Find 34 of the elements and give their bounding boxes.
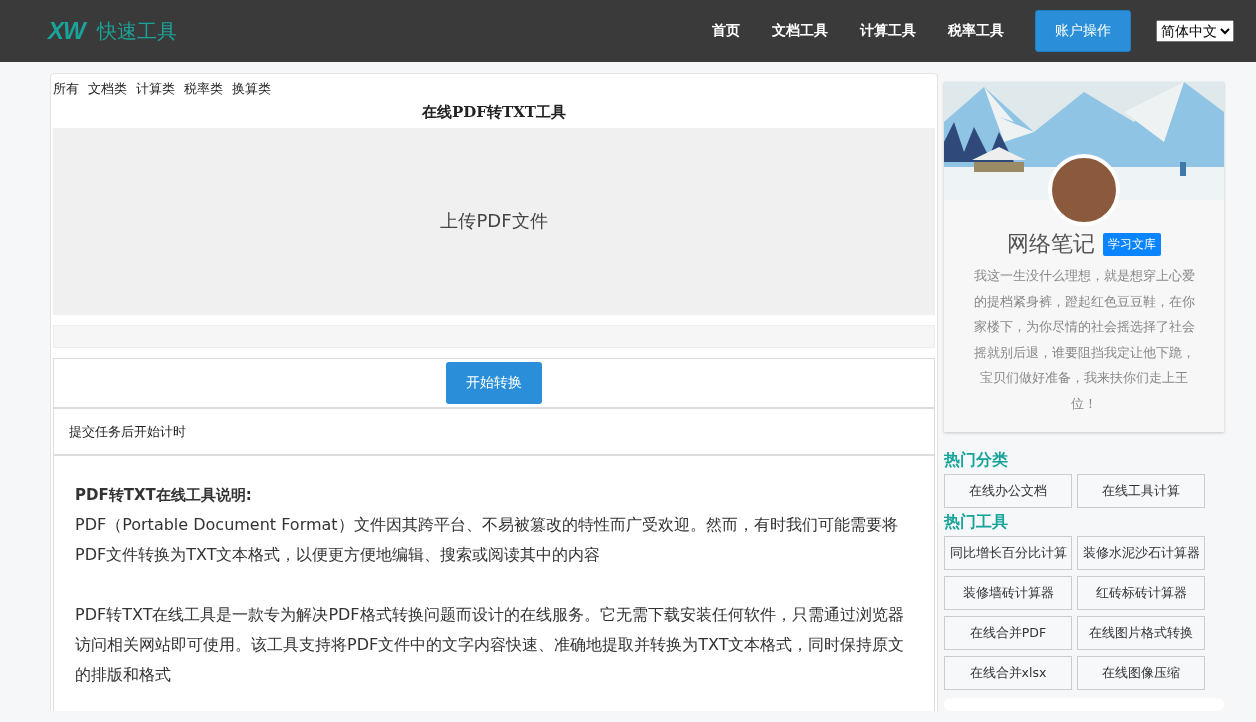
language-select[interactable]: 简体中文 <box>1156 20 1234 42</box>
description-heading: PDF转TXT在线工具说明: <box>75 485 253 506</box>
upload-area[interactable]: 上传PDF文件 <box>53 128 935 315</box>
category-link[interactable]: 计算类 <box>136 80 175 98</box>
logo-text[interactable]: 快速工具 <box>96 17 177 45</box>
category-link[interactable]: 换算类 <box>232 80 271 98</box>
tool-button[interactable]: 在线合并PDF <box>944 616 1072 650</box>
category-link[interactable]: 文档类 <box>88 80 127 98</box>
tool-button[interactable]: 同比增长百分比计算 <box>944 536 1072 570</box>
tool-button[interactable]: 装修墙砖计算器 <box>944 576 1072 610</box>
category-link[interactable]: 所有 <box>53 80 79 98</box>
profile-bio: 我这一生没什么理想，就是想穿上心爱的提档紧身裤，蹬起红色豆豆鞋，在你家楼下，为你尽情的社会摇选择了社会摇就别后退，谁要阻挡我定让他下跪，宝贝们做好准备，我来扶你们走上王位！ <box>972 267 1196 413</box>
profile-name: 网络笔记 <box>1007 230 1095 258</box>
nav-link[interactable]: 税率工具 <box>948 22 1004 40</box>
tool-button[interactable]: 在线图片格式转换 <box>1077 616 1205 650</box>
logo-mark[interactable]: XW <box>48 17 85 45</box>
section-title: 热门工具 <box>944 512 1009 533</box>
description-paragraph: PDF转TXT在线工具是一款专为解决PDF格式转换问题而设计的在线服务。它无需下载安装任何软件，只需通过浏览器访问相关网站即可使用。该工具支持将PDF文件中的文字内容快速、准确地提取并转换为TXT文本格式，同时保持原文的排版和格式 <box>75 604 905 686</box>
tool-button[interactable]: 装修水泥沙石计算器 <box>1077 536 1205 570</box>
page-title: 在线PDF转TXT工具 <box>421 102 567 123</box>
upload-label: 上传PDF文件 <box>440 209 548 234</box>
profile-tag: 学习文库 <box>1103 232 1161 256</box>
description-paragraph: PDF（Portable Document Format）文件因其跨平台、不易被篡改的特性而广受欢迎。然而，有时我们可能需要将PDF文件转换为TXT文本格式，以便更方便地编辑、搜索或阅读其中的内容 <box>75 514 899 566</box>
tool-button[interactable]: 在线图像压缩 <box>1077 656 1205 690</box>
category-button[interactable]: 在线工具计算 <box>1077 474 1205 508</box>
tool-button[interactable]: 在线合并xlsx <box>944 656 1072 690</box>
tool-button[interactable]: 红砖标砖计算器 <box>1077 576 1205 610</box>
nav-link[interactable]: 计算工具 <box>860 22 916 40</box>
category-button[interactable]: 在线办公文档 <box>944 474 1072 508</box>
nav-link[interactable]: 首页 <box>712 22 740 40</box>
nav-link[interactable]: 文档工具 <box>772 22 828 40</box>
section-title: 热门分类 <box>944 450 1009 471</box>
category-link[interactable]: 税率类 <box>184 80 223 98</box>
timer-text: 提交任务后开始计时 <box>69 422 186 441</box>
